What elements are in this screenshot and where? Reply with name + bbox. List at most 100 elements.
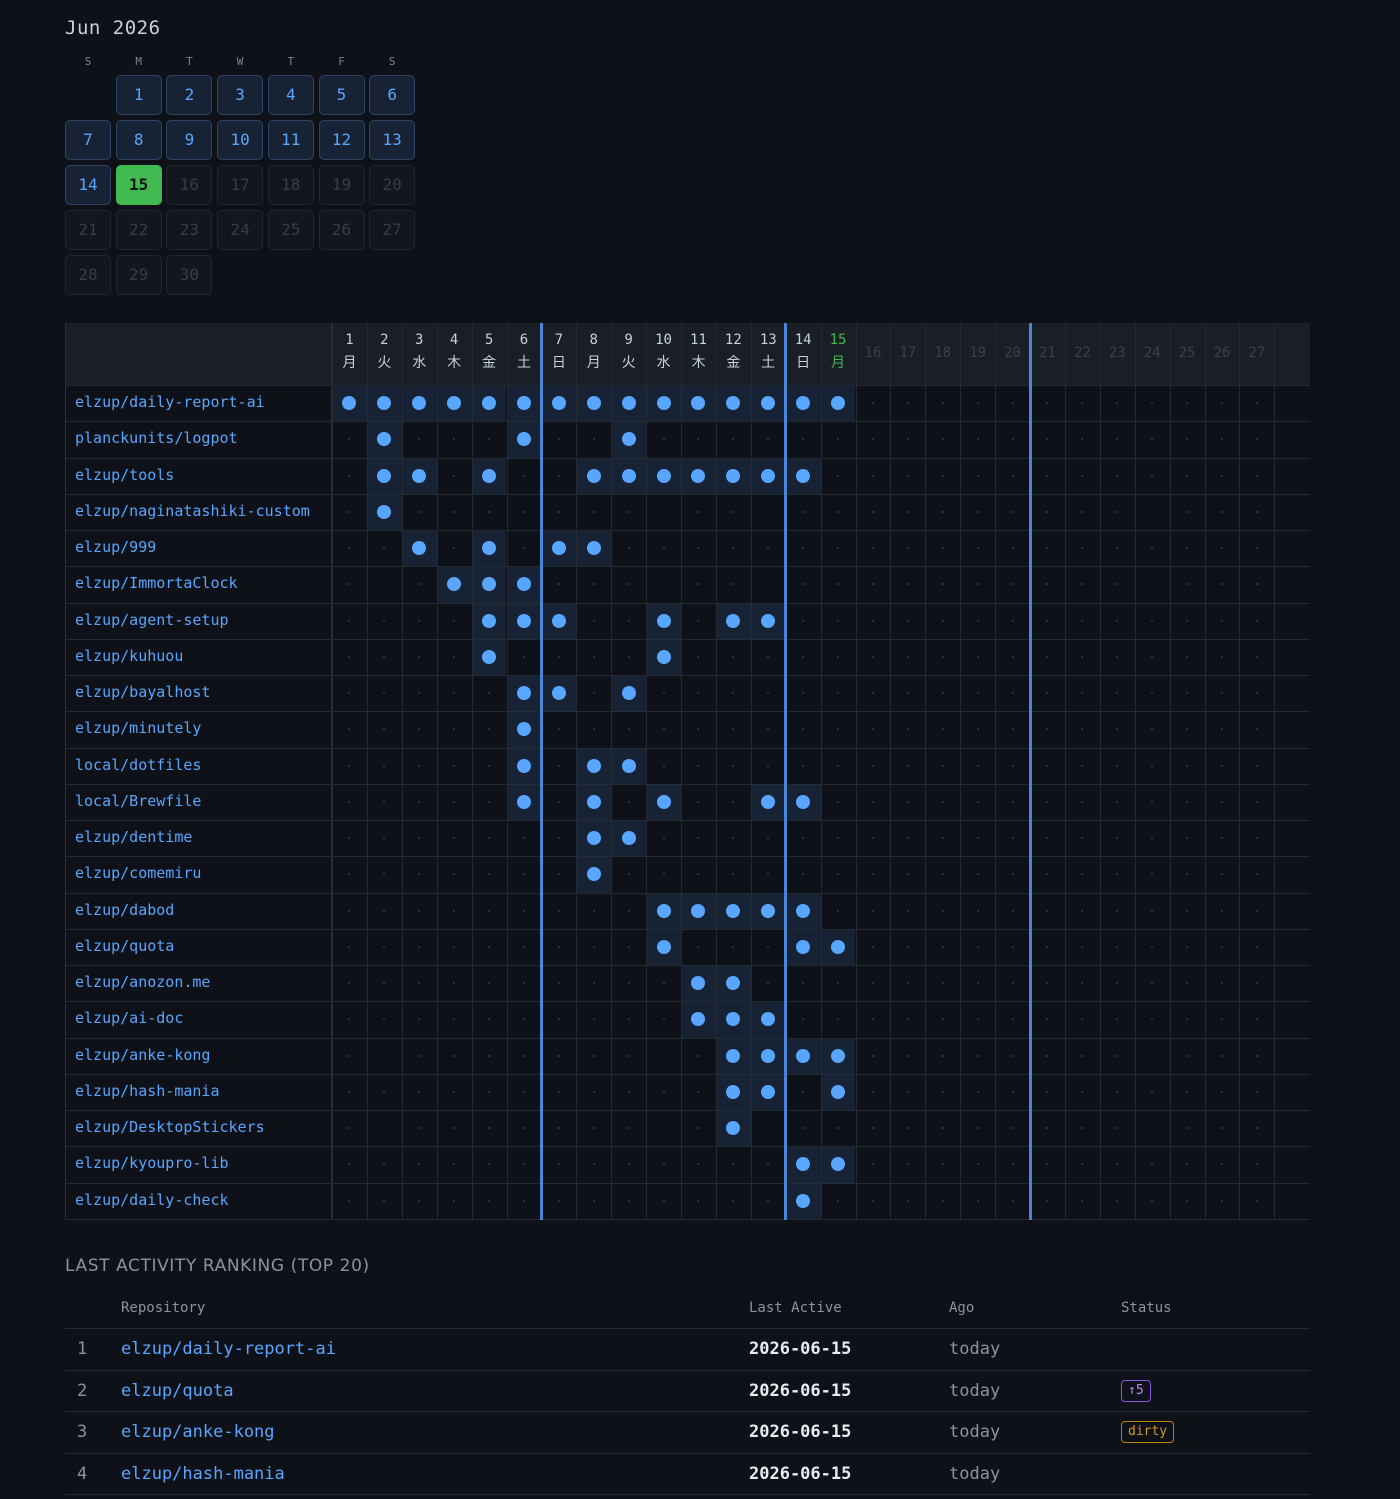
activity-dot [377,468,392,483]
calendar-day-17[interactable]: 17 [217,165,264,205]
repo-label[interactable]: elzup/kuhuou [75,647,183,665]
calendar-day-25[interactable]: 25 [267,210,314,250]
calendar-day-8[interactable]: 8 [115,120,162,160]
day-header-15: 15 月 [821,329,856,375]
day-number: 5 [484,332,494,348]
calendar-day-28[interactable]: 28 [65,255,111,295]
repo-label[interactable]: elzup/daily-report-ai [75,393,265,411]
calendar-day-10[interactable]: 10 [217,120,264,160]
repo-label[interactable]: elzup/anozon.me [75,973,210,991]
calendar-day-23[interactable]: 23 [166,210,213,250]
repo-label[interactable]: elzup/DesktopStickers [75,1118,265,1136]
calendar-day-18[interactable]: 18 [267,165,314,205]
repo-label[interactable]: elzup/anke-kong [75,1046,210,1064]
empty-cell-marker [837,764,840,767]
calendar-day-16[interactable]: 16 [166,165,213,205]
empty-cell-marker [1116,402,1119,405]
repo-label[interactable]: local/Brewfile [75,792,201,810]
calendar-day-30[interactable]: 30 [166,255,213,295]
empty-cell-marker [348,800,351,803]
calendar-day-12[interactable]: 12 [318,120,365,160]
repo-label[interactable]: elzup/agent-setup [75,611,229,629]
calendar-day-15[interactable]: 15 [115,165,162,205]
repo-link[interactable]: elzup/hash-mania [121,1464,285,1484]
repo-label[interactable]: elzup/bayalhost [75,683,210,701]
empty-cell-marker [1081,474,1084,477]
activity-dot [586,541,601,556]
empty-cell-marker [976,728,979,731]
repo-label[interactable]: elzup/kyoupro-lib [75,1154,229,1172]
calendar-day-5[interactable]: 5 [318,75,365,115]
repo-label[interactable]: elzup/quota [75,937,174,955]
repo-link[interactable]: elzup/daily-report-ai [121,1339,336,1359]
calendar-day-19[interactable]: 19 [318,165,365,205]
empty-cell-marker [767,510,770,513]
row-divider [65,1452,1310,1454]
empty-cell-marker [557,1054,560,1057]
empty-cell-marker [1081,764,1084,767]
repo-link[interactable]: elzup/anke-kong [121,1422,275,1442]
repo-label[interactable]: elzup/dentime [75,828,192,846]
repo-label[interactable]: elzup/ai-doc [75,1009,183,1027]
calendar-day-9[interactable]: 9 [166,120,213,160]
repo-label[interactable]: local/dotfiles [75,756,201,774]
empty-cell-marker [453,945,456,948]
empty-cell-marker [522,837,525,840]
calendar-day-11[interactable]: 11 [267,120,314,160]
empty-cell-marker [662,1090,665,1093]
empty-cell-marker [697,1199,700,1202]
repo-label[interactable]: elzup/tools [75,466,174,484]
empty-cell-marker [1116,692,1119,695]
empty-cell-marker [418,619,421,622]
empty-cell-marker [453,1090,456,1093]
calendar-day-3[interactable]: 3 [217,75,264,115]
calendar-day-24[interactable]: 24 [217,210,264,250]
empty-cell-marker [1220,438,1223,441]
day-header-4: 4木 [437,329,472,375]
calendar-day-1[interactable]: 1 [115,75,162,115]
empty-cell-marker [697,945,700,948]
repo-label[interactable]: elzup/naginatashiki-custom [75,502,310,520]
repo-label[interactable]: elzup/comemiru [75,864,201,882]
calendar-day-7[interactable]: 7 [65,120,111,160]
calendar-day-26[interactable]: 26 [318,210,365,250]
empty-cell-marker [627,945,630,948]
calendar-day-6[interactable]: 6 [369,75,416,115]
repo-label[interactable]: elzup/dabod [75,901,174,919]
activity-dot [656,613,671,628]
calendar-day-21[interactable]: 21 [65,210,111,250]
calendar-day-27[interactable]: 27 [369,210,416,250]
activity-dot [796,903,811,918]
repo-label[interactable]: elzup/minutely [75,719,201,737]
repo-label[interactable]: elzup/hash-mania [75,1082,220,1100]
calendar-day-13[interactable]: 13 [369,120,416,160]
empty-cell-marker [802,982,805,985]
empty-cell-marker [1186,655,1189,658]
day-header-19: 19 [960,342,995,365]
calendar-day-29[interactable]: 29 [115,255,162,295]
ago-text: today [949,1463,1001,1484]
repo-label[interactable]: planckunits/logpot [75,429,238,447]
row-divider [65,1411,1310,1412]
row-divider [65,965,1310,966]
calendar-day-2[interactable]: 2 [166,75,213,115]
activity-dot [796,794,811,809]
empty-cell-marker [1220,1090,1223,1093]
empty-cell-marker [557,837,560,840]
empty-cell-marker [662,547,665,550]
calendar-day-14[interactable]: 14 [65,165,111,205]
empty-cell-marker [627,655,630,658]
repo-label[interactable]: elzup/ImmortaClock [75,574,238,592]
repo-label[interactable]: elzup/daily-check [75,1191,229,1209]
empty-cell-marker [976,945,979,948]
empty-cell-marker [697,873,700,876]
calendar-day-4[interactable]: 4 [267,75,314,115]
empty-cell-marker [627,619,630,622]
calendar-day-22[interactable]: 22 [115,210,162,250]
repo-label[interactable]: elzup/999 [75,538,156,556]
activity-grid: 1 月 2 火 3 水 4 木 5 金 6 土 7 日 8 月 9 火 10 水 11 木 12 金 13 土 14 日 15 月 16 17… [65,323,1310,1220]
empty-cell-marker [1255,837,1258,840]
calendar-day-20[interactable]: 20 [369,165,416,205]
empty-cell-marker [871,1199,874,1202]
repo-link[interactable]: elzup/quota [121,1381,234,1401]
